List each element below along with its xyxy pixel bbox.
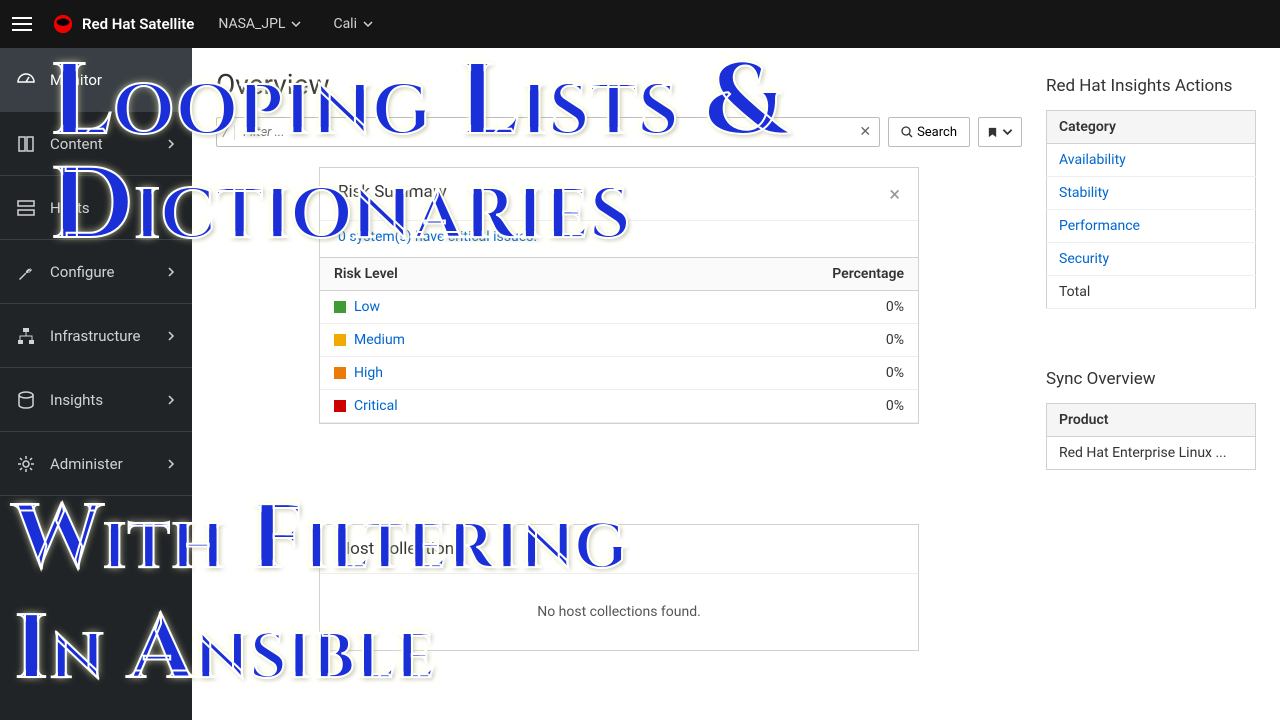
insights-title: Red Hat Insights Actions	[1046, 76, 1256, 96]
filter-slash-icon: /	[217, 125, 235, 140]
table-row: High0%	[320, 357, 918, 390]
chevron-down-icon	[363, 19, 373, 29]
risk-subtitle-link[interactable]: 0 system(s) have critical issues.	[320, 221, 918, 257]
risk-level-link[interactable]: Medium	[320, 324, 618, 357]
sidebar-item-label: Configure	[50, 263, 115, 281]
bookmark-icon	[987, 127, 998, 138]
chevron-right-icon	[166, 395, 176, 405]
network-icon	[16, 326, 36, 346]
location-selector[interactable]: Cali	[325, 16, 381, 32]
database-icon	[16, 390, 36, 410]
loc-label: Cali	[333, 16, 357, 32]
org-label: NASA_JPL	[218, 16, 285, 32]
sync-table: Product Red Hat Enterprise Linux ...	[1046, 403, 1256, 470]
table-row: Stability	[1047, 177, 1256, 210]
wrench-icon	[16, 262, 36, 282]
col-product: Product	[1047, 404, 1256, 437]
sidebar-item-label: Content	[50, 135, 103, 153]
risk-level-link[interactable]: High	[320, 357, 618, 390]
search-icon	[901, 126, 913, 138]
clear-icon[interactable]: ✕	[851, 124, 879, 140]
category-link[interactable]: Stability	[1047, 177, 1256, 210]
sync-title: Sync Overview	[1046, 369, 1256, 389]
search-button[interactable]: Search	[888, 117, 970, 147]
hamburger-menu-icon[interactable]	[12, 12, 36, 36]
gear-icon	[16, 454, 36, 474]
table-row: Medium0%	[320, 324, 918, 357]
card-title: Risk Summary	[338, 182, 447, 206]
risk-table: Risk Level Percentage Low0%Medium0%High0…	[320, 257, 918, 423]
table-row: Critical0%	[320, 390, 918, 423]
sidebar-item-label: Infrastructure	[50, 327, 140, 345]
table-row: Total	[1047, 276, 1256, 309]
dashboard-icon	[16, 70, 36, 90]
category-link[interactable]: Availability	[1047, 144, 1256, 177]
col-risk-level: Risk Level	[320, 258, 618, 291]
sidebar-item-configure[interactable]: Configure	[0, 240, 192, 304]
server-icon	[16, 198, 36, 218]
brand: Red Hat Satellite	[52, 13, 194, 35]
col-category: Category	[1047, 111, 1256, 144]
topbar: Red Hat Satellite NASA_JPL Cali	[0, 0, 1280, 48]
sidebar-item-content[interactable]: Content	[0, 112, 192, 176]
risk-level-link[interactable]: Critical	[320, 390, 618, 423]
table-row: Security	[1047, 243, 1256, 276]
right-column: Red Hat Insights Actions Category Availa…	[1046, 68, 1256, 700]
risk-percentage: 0%	[618, 357, 918, 390]
chevron-right-icon	[166, 459, 176, 469]
sidebar-item-label: Administer	[50, 455, 123, 473]
risk-level-link[interactable]: Low	[320, 291, 618, 324]
empty-message: No host collections found.	[320, 574, 918, 650]
category-total: Total	[1047, 276, 1256, 309]
risk-percentage: 0%	[618, 291, 918, 324]
sidebar-item-infrastructure[interactable]: Infrastructure	[0, 304, 192, 368]
host-collections-card: Host Collections No host collections fou…	[319, 524, 919, 651]
main-content: Overview / ✕ Search Risk Summar	[192, 48, 1280, 720]
page-title: Overview	[216, 68, 1022, 101]
sidebar-item-hosts[interactable]: Hosts	[0, 176, 192, 240]
insights-category-table: Category AvailabilityStabilityPerformanc…	[1046, 110, 1256, 309]
close-icon[interactable]: ×	[889, 182, 900, 206]
category-link[interactable]: Security	[1047, 243, 1256, 276]
filter-input[interactable]	[235, 125, 851, 140]
table-row: Performance	[1047, 210, 1256, 243]
risk-percentage: 0%	[618, 324, 918, 357]
org-selector[interactable]: NASA_JPL	[210, 16, 309, 32]
table-row: Availability	[1047, 144, 1256, 177]
card-title: Host Collections	[320, 525, 918, 574]
redhat-icon	[52, 13, 74, 35]
chevron-down-icon	[291, 19, 301, 29]
category-link[interactable]: Performance	[1047, 210, 1256, 243]
chevron-right-icon	[166, 331, 176, 341]
chevron-right-icon	[166, 267, 176, 277]
table-row: Red Hat Enterprise Linux ...	[1047, 437, 1256, 470]
search-row: / ✕ Search	[216, 117, 1022, 147]
sidebar-item-monitor[interactable]: Monitor	[0, 48, 192, 112]
table-row: Low0%	[320, 291, 918, 324]
chevron-right-icon	[166, 139, 176, 149]
bookmark-button[interactable]	[978, 117, 1022, 147]
sidebar-item-label: Insights	[50, 391, 103, 409]
brand-text: Red Hat Satellite	[82, 15, 194, 33]
search-button-label: Search	[917, 125, 957, 140]
sidebar-item-insights[interactable]: Insights	[0, 368, 192, 432]
risk-percentage: 0%	[618, 390, 918, 423]
col-percentage: Percentage	[618, 258, 918, 291]
sidebar-item-label: Hosts	[50, 199, 90, 217]
sidebar: Monitor Content Hosts Configure Infrastr…	[0, 48, 192, 720]
book-icon	[16, 134, 36, 154]
sidebar-item-label: Monitor	[50, 71, 102, 89]
product-cell: Red Hat Enterprise Linux ...	[1047, 437, 1256, 470]
risk-summary-card: Risk Summary × 0 system(s) have critical…	[319, 167, 919, 424]
search-box: / ✕	[216, 117, 880, 147]
sidebar-item-administer[interactable]: Administer	[0, 432, 192, 496]
chevron-down-icon	[1002, 127, 1013, 138]
